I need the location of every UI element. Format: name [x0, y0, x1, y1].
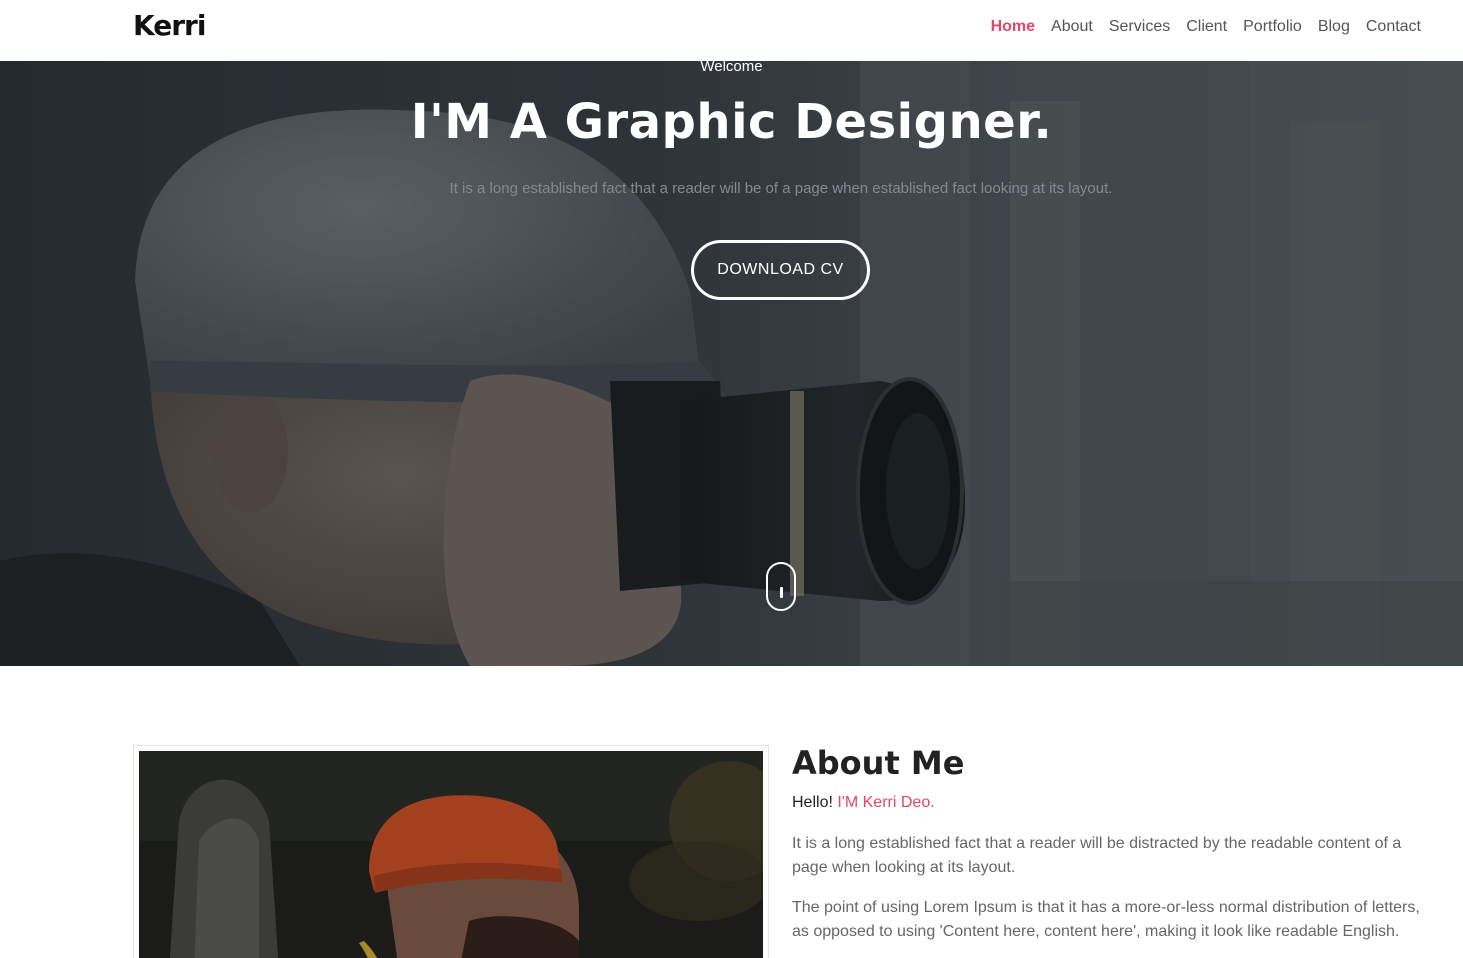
- hero-welcome: Welcome: [700, 61, 763, 75]
- about-paragraph-1: It is a long established fact that a rea…: [792, 835, 1402, 876]
- about-photo: [139, 751, 763, 958]
- about-greeting: Hello! I'M Kerri Deo.: [792, 794, 935, 812]
- download-cv-button[interactable]: DOWNLOAD CV: [691, 240, 870, 300]
- mouse-scroll-icon[interactable]: [766, 562, 796, 611]
- navbar: Kerri Home About Services Client Portfol…: [0, 0, 1463, 61]
- nav-item-home[interactable]: Home: [991, 17, 1035, 37]
- nav-item-contact[interactable]: Contact: [1366, 17, 1421, 37]
- nav-item-services[interactable]: Services: [1109, 17, 1170, 37]
- about-greeting-name: I'M Kerri Deo.: [837, 794, 935, 811]
- brand-logo[interactable]: Kerri: [133, 9, 206, 42]
- nav-item-about[interactable]: About: [1051, 17, 1093, 37]
- nav-item-client[interactable]: Client: [1186, 17, 1227, 37]
- hero-overlay: [0, 61, 1463, 666]
- about-paragraph-2: The point of using Lorem Ipsum is that i…: [792, 899, 1420, 940]
- mouse-wheel-icon: [780, 587, 783, 598]
- about-photo-image: [139, 751, 763, 958]
- hero-title: I'M A Graphic Designer.: [410, 94, 1053, 150]
- nav-item-portfolio[interactable]: Portfolio: [1243, 17, 1302, 37]
- nav-item-blog[interactable]: Blog: [1318, 17, 1350, 37]
- hero-subtitle: It is a long established fact that a rea…: [449, 180, 1113, 197]
- main-nav: Home About Services Client Portfolio Blo…: [991, 17, 1421, 37]
- about-title: About Me: [792, 744, 965, 782]
- about-greeting-prefix: Hello!: [792, 794, 833, 811]
- hero-section: Welcome I'M A Graphic Designer. It is a …: [0, 61, 1463, 666]
- about-photo-frame: [133, 745, 769, 958]
